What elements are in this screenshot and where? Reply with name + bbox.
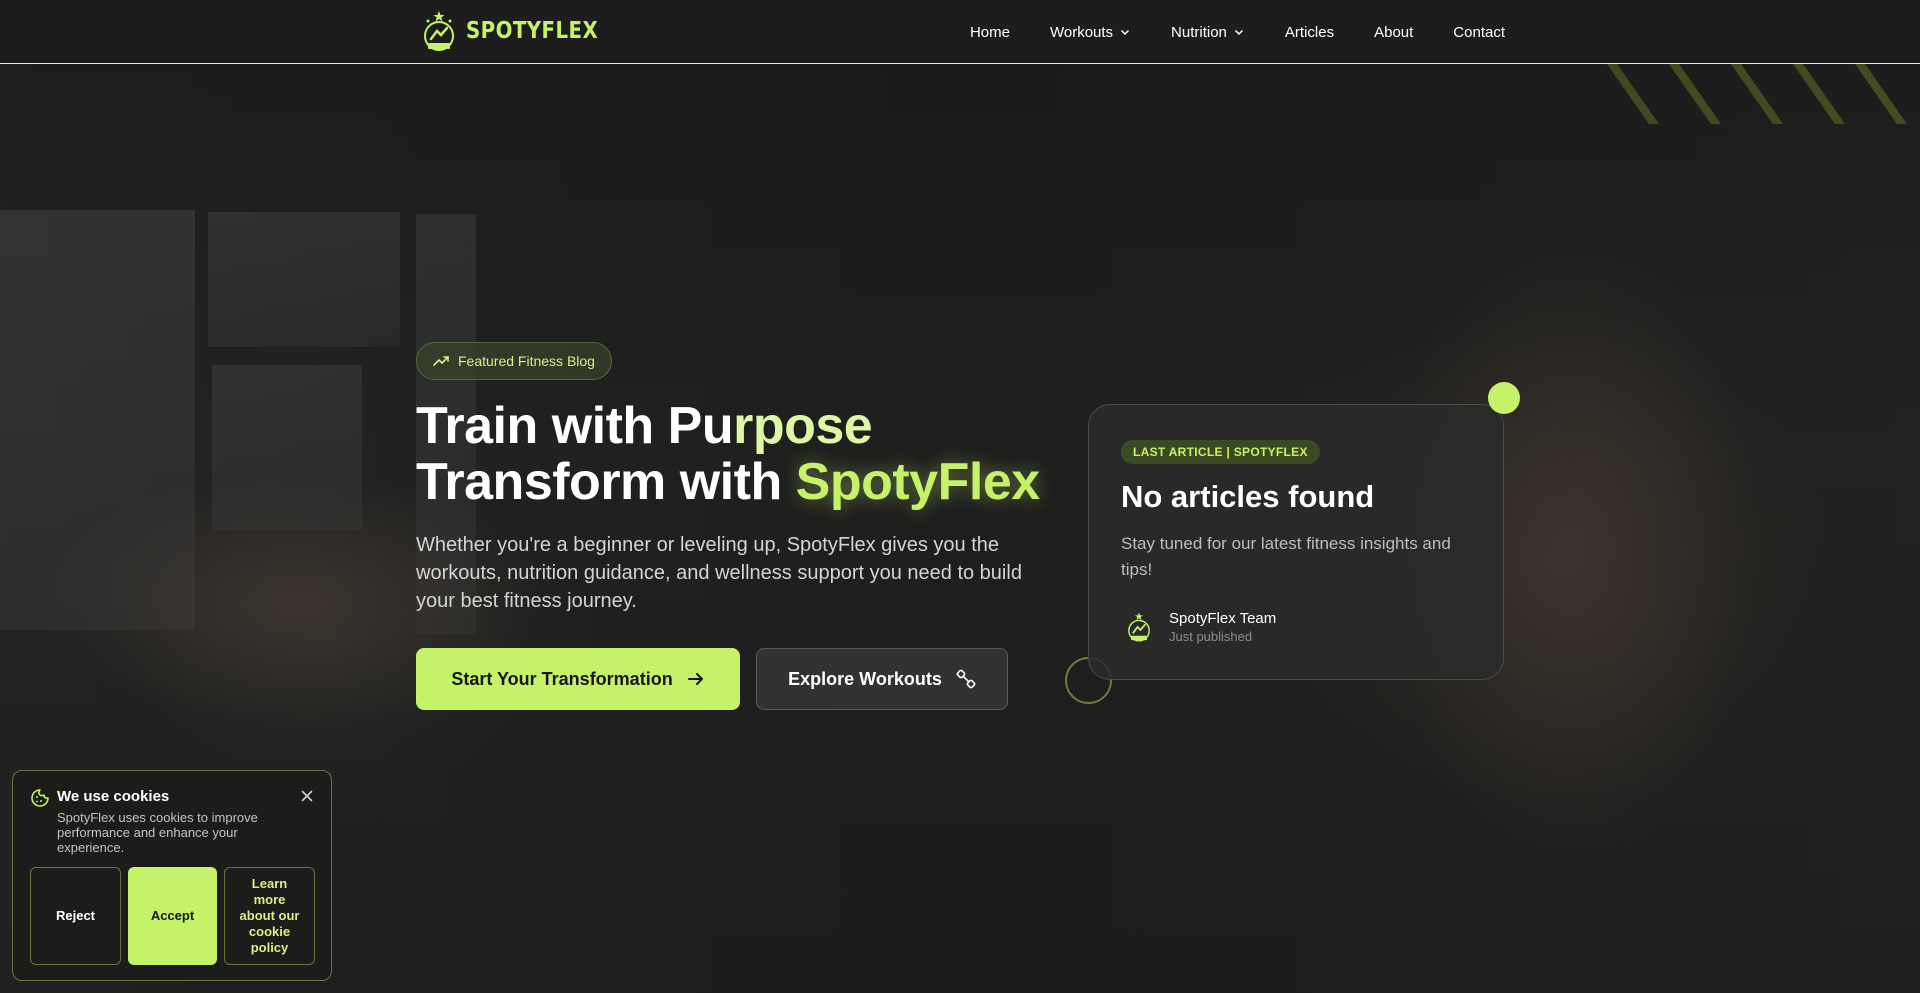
top-navigation: SPOTYFLEX Home Workouts Nutrition Articl… [0,0,1920,64]
author-name: SpotyFlex Team [1169,610,1277,627]
nav-item-about[interactable]: About [1374,24,1413,41]
start-transformation-button[interactable]: Start Your Transformation [416,648,740,710]
article-tag: LAST ARTICLE | SPOTYFLEX [1121,440,1320,464]
author-info: SpotyFlex Team Just published [1169,610,1276,644]
nav-item-articles[interactable]: Articles [1285,24,1334,41]
author-meta: Just published [1169,629,1253,644]
button-label: Start Your Transformation [451,668,673,689]
nav-item-contact[interactable]: Contact [1453,24,1505,41]
article-description: Stay tuned for our latest fitness insigh… [1121,534,1451,579]
article-title: No articles found [1121,479,1375,514]
nav-item-label: Articles [1284,23,1335,41]
brand-logo[interactable]: SPOTYFLEX [418,8,620,54]
nav-item-label: Workouts [1049,23,1114,41]
button-label: Explore Workouts [788,668,942,689]
cookie-accept-button[interactable]: Accept [128,867,217,965]
nav-item-home[interactable]: Home [970,24,1010,41]
featured-badge: Featured Fitness Blog [416,342,612,380]
nav-item-label: About [1374,23,1414,41]
chevron-down-icon [1121,29,1130,36]
arrow-right-icon [687,673,703,685]
cookie-reject-button[interactable]: Reject [30,867,121,965]
hero-title-line1: Train with Purpose [416,397,873,455]
hero-description: Whether you're a beginner or leveling up… [416,534,1022,612]
nav-item-workouts[interactable]: Workouts [1050,24,1131,41]
close-icon[interactable] [299,788,315,804]
hero-title-line2: Transform with SpotyFlex [416,453,1040,511]
hero-title-text: Train with Pu [416,397,734,455]
cookie-title: We use cookies [57,788,170,805]
nav-item-label: Home [969,23,1010,41]
chevron-down-icon [1234,29,1243,36]
decorative-dot [1488,382,1520,414]
article-author: SpotyFlex Team Just published [1121,609,1276,645]
hero-title-brand: SpotyFlex [795,453,1041,511]
cookie-message: SpotyFlex uses cookies to improve perfor… [57,810,258,855]
nav-item-label: Nutrition [1171,23,1227,41]
explore-workouts-button[interactable]: Explore Workouts [756,648,1008,710]
hero-title: Train with Purpose Transform with SpotyF… [416,398,1040,510]
trending-up-icon [433,356,449,366]
dumbbell-icon [956,669,976,689]
nav-item-nutrition[interactable]: Nutrition [1171,24,1245,41]
main-menu: Home Workouts Nutrition Articles About C… [970,0,1505,64]
hero-title-highlight: rpose [733,397,873,455]
author-avatar-icon [1121,609,1157,645]
featured-badge-label: Featured Fitness Blog [458,353,595,369]
cookie-consent-banner: We use cookies SpotyFlex uses cookies to… [12,770,332,981]
cookie-policy-link[interactable]: Learn more about our cookie policy [224,867,315,965]
cookie-icon [31,789,49,807]
logo-emblem-icon [418,8,460,54]
latest-article-card[interactable]: LAST ARTICLE | SPOTYFLEX No articles fou… [1088,404,1504,680]
brand-name: SPOTYFLEX [466,18,599,44]
hero-title-text: Transform with [416,453,796,511]
nav-item-label: Contact [1453,23,1505,41]
